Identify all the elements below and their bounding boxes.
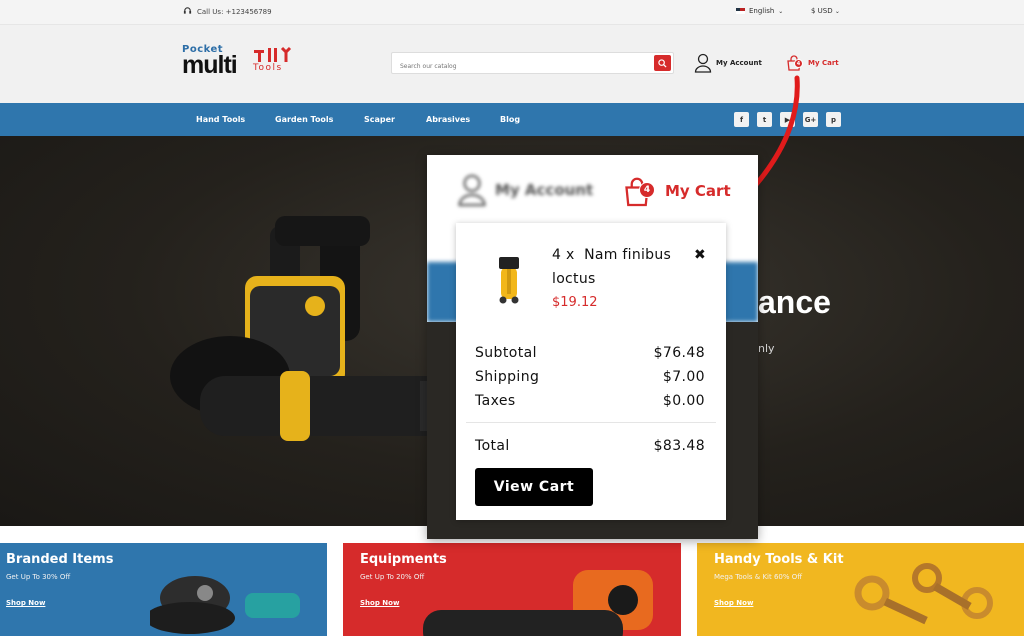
shipping-label: Shipping: [475, 369, 540, 385]
site-logo[interactable]: Pocket multi Tools: [182, 44, 300, 82]
search-input[interactable]: [392, 56, 642, 77]
banner-subtitle: Get Up To 20% Off: [360, 573, 425, 581]
cart-bag-icon: 4: [786, 55, 803, 71]
logo-multi: multi: [182, 51, 238, 79]
call-us: Call Us: +123456789: [183, 6, 272, 17]
summary-divider: [466, 422, 716, 423]
site-header: Pocket multi Tools My Account 4 My Cart: [0, 25, 1024, 103]
subtotal-label: Subtotal: [475, 345, 537, 361]
my-account-label: My Account: [716, 59, 762, 67]
blower-image: [423, 570, 653, 636]
shop-now-link[interactable]: Shop Now: [6, 599, 45, 607]
cart-dropdown: 4 x Nam finibus loctus ✖ $19.12 Subtotal…: [456, 223, 726, 520]
cart-count-badge: 4: [639, 182, 655, 198]
banner-handy-tools-kit[interactable]: Handy Tools & Kit Mega Tools & Kit 60% O…: [697, 543, 1024, 636]
banner-subtitle: Get Up To 30% Off: [6, 573, 71, 581]
total-label: Total: [475, 438, 510, 454]
us-flag-icon: [736, 8, 745, 14]
banner-title: Branded Items: [6, 552, 114, 567]
popup-account-label: My Account: [495, 181, 594, 199]
currency-selector[interactable]: $ USD ⌄: [811, 7, 840, 15]
popup-my-account[interactable]: My Account: [457, 173, 593, 207]
taxes-row: Taxes $0.00: [475, 393, 705, 409]
search-bar: [391, 52, 674, 77]
banner-branded-items[interactable]: Branded Items Get Up To 30% Off Shop Now: [0, 543, 327, 636]
call-us-text: Call Us: +123456789: [197, 7, 272, 16]
shipping-value: $7.00: [662, 369, 705, 385]
sander-image: [150, 576, 300, 634]
headset-icon: [183, 6, 192, 17]
taxes-value: $0.00: [662, 393, 705, 409]
popup-my-cart[interactable]: 4 My Cart: [623, 175, 731, 207]
cart-bag-icon: 4: [623, 175, 655, 207]
chevron-down-icon: ⌄: [778, 7, 784, 15]
language-label: English: [749, 7, 775, 15]
cart-count-badge: 4: [794, 59, 803, 68]
cart-item-qty: 4 x: [552, 247, 575, 263]
total-row: Total $83.48: [475, 438, 705, 454]
chevron-down-icon: ⌄: [834, 8, 840, 15]
view-cart-button[interactable]: View Cart: [475, 468, 593, 506]
shop-now-link[interactable]: Shop Now: [714, 599, 753, 607]
search-button[interactable]: [654, 55, 671, 71]
banner-equipments[interactable]: Equipments Get Up To 20% Off Shop Now: [343, 543, 681, 636]
shipping-row: Shipping $7.00: [475, 369, 705, 385]
main-navigation: Hand Tools Garden Tools Scaper Abrasives…: [0, 103, 1024, 136]
popup-cart-label: My Cart: [665, 182, 731, 200]
pipe-cutters-image: [854, 563, 993, 625]
my-cart-link[interactable]: 4 My Cart: [786, 55, 839, 71]
nav-item-hand-tools[interactable]: Hand Tools: [196, 115, 245, 124]
remove-item-icon[interactable]: ✖: [694, 247, 706, 263]
nav-item-scaper[interactable]: Scaper: [364, 115, 395, 124]
banner-title: Handy Tools & Kit: [714, 552, 844, 567]
hero-subtext: nly: [758, 342, 775, 355]
cart-item-name[interactable]: 4 x Nam finibus loctus: [552, 243, 692, 291]
currency-label: $ USD: [811, 7, 833, 15]
nav-item-abrasives[interactable]: Abrasives: [426, 115, 470, 124]
logo-tools: Tools: [253, 63, 283, 73]
user-icon: [458, 174, 486, 207]
subtotal-value: $76.48: [653, 345, 705, 361]
nav-item-blog[interactable]: Blog: [500, 115, 520, 124]
shop-now-link[interactable]: Shop Now: [360, 599, 399, 607]
taxes-label: Taxes: [475, 393, 516, 409]
cart-item-price: $19.12: [552, 295, 598, 310]
hero-heading: ance: [758, 284, 831, 320]
pinterest-icon[interactable]: p: [826, 112, 841, 127]
language-selector[interactable]: English ⌄: [736, 7, 783, 15]
top-bar: Call Us: +123456789 English ⌄ $ USD ⌄: [0, 0, 1024, 25]
nav-item-garden-tools[interactable]: Garden Tools: [275, 115, 333, 124]
search-icon: [658, 58, 667, 68]
air-compressor-thumbnail: [499, 257, 519, 304]
total-value: $83.48: [653, 438, 705, 454]
my-cart-label: My Cart: [808, 59, 839, 67]
subtotal-row: Subtotal $76.48: [475, 345, 705, 361]
tools-logo-icon: [254, 46, 292, 62]
cart-zoom-popup: My Account 4 My Cart 4 x Nam finibus loc…: [427, 155, 758, 539]
banner-subtitle: Mega Tools & Kit 60% Off: [714, 573, 803, 581]
